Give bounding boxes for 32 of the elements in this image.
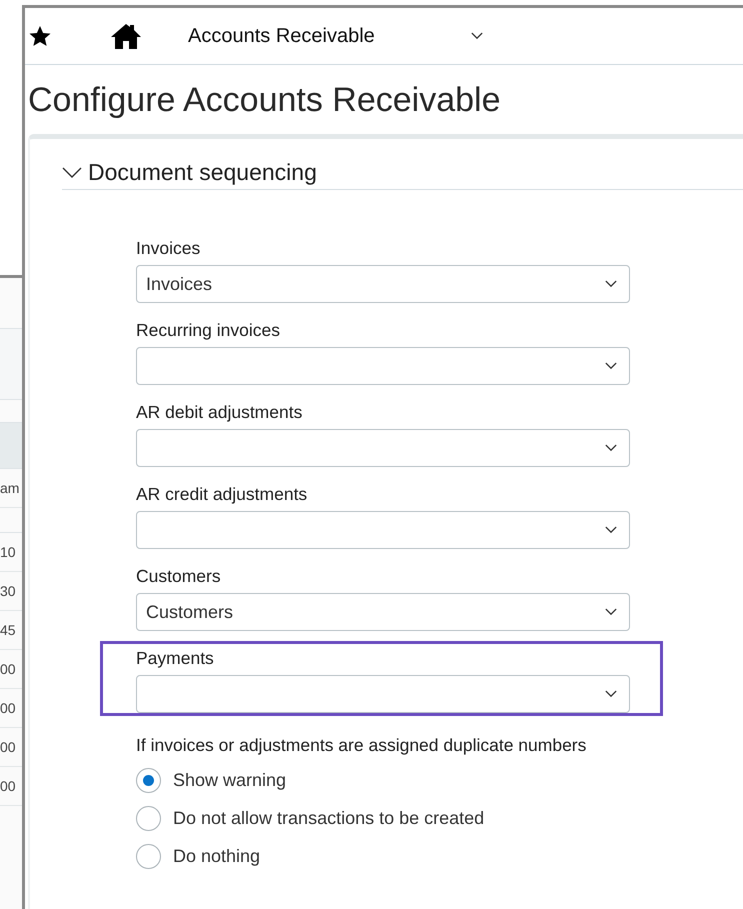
dropdown-field[interactable] bbox=[136, 675, 630, 713]
field-label: AR debit adjustments bbox=[136, 402, 304, 422]
module-title: Accounts Receivable bbox=[188, 24, 375, 48]
dropdown-field[interactable]: Customers bbox=[136, 593, 630, 631]
dropdown-field[interactable] bbox=[136, 429, 630, 467]
radio-button[interactable] bbox=[136, 806, 161, 830]
caret-icon bbox=[470, 32, 483, 40]
caret-icon bbox=[605, 526, 617, 534]
caret-icon bbox=[605, 444, 617, 452]
radio-button[interactable] bbox=[136, 768, 161, 792]
option-label: Do not allow transactions to be created bbox=[173, 808, 484, 828]
radio-button[interactable] bbox=[136, 844, 161, 868]
option-label: Show warning bbox=[173, 770, 286, 790]
caret-icon bbox=[605, 362, 617, 370]
caret-icon bbox=[605, 280, 617, 288]
star-icon[interactable] bbox=[28, 24, 52, 48]
field-label: Invoices bbox=[136, 238, 202, 258]
dropdown-field[interactable]: Invoices bbox=[136, 265, 630, 303]
home-icon[interactable] bbox=[110, 22, 142, 50]
option-label: Do nothing bbox=[173, 846, 260, 866]
field-label: Payments bbox=[136, 648, 215, 668]
field-label: Customers bbox=[136, 566, 222, 586]
dropdown-field[interactable] bbox=[136, 347, 630, 385]
question-text: If invoices or adjustments are assigned duplicate numbers bbox=[136, 734, 588, 757]
caret-icon bbox=[605, 690, 617, 698]
caret-icon bbox=[605, 608, 617, 616]
page-title: Configure Accounts Receivable bbox=[28, 81, 502, 120]
field-label: Recurring invoices bbox=[136, 320, 281, 340]
section-title[interactable]: Document sequencing bbox=[88, 159, 317, 186]
field-label: AR credit adjustments bbox=[136, 484, 308, 504]
chevron-icon[interactable] bbox=[62, 166, 82, 178]
dropdown-field[interactable] bbox=[136, 511, 630, 549]
